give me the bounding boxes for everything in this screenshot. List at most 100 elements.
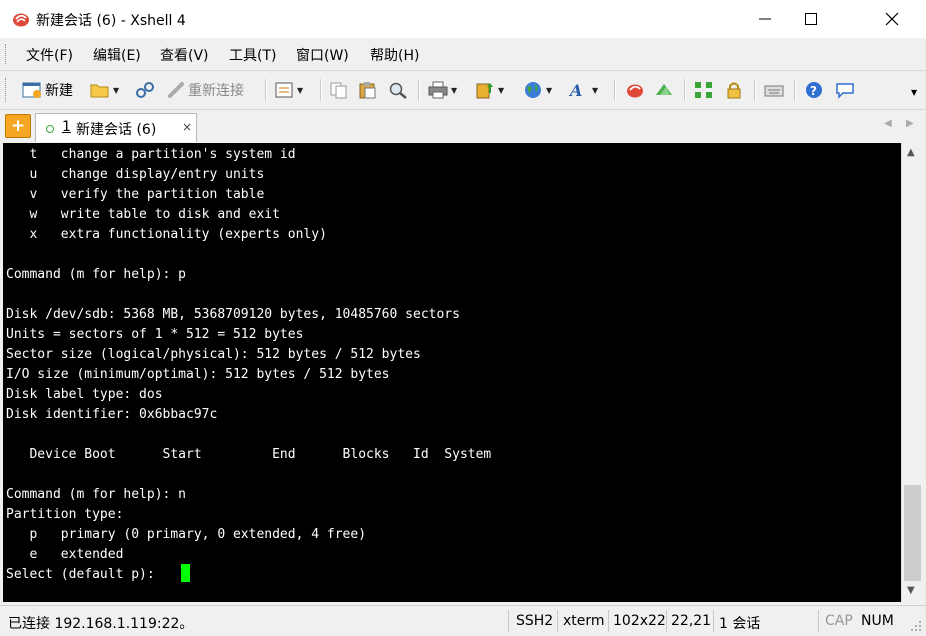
toolbar-separator: [418, 79, 420, 101]
tab-scroll-left-icon[interactable]: ◀: [884, 118, 892, 129]
lock-button[interactable]: [724, 79, 744, 101]
terminal-line: Command (m for help): n: [6, 487, 187, 502]
protocol-status: SSH2: [516, 613, 554, 629]
terminal-type-status: xterm: [563, 613, 605, 629]
find-button[interactable]: [388, 79, 408, 101]
globe-icon: [525, 82, 541, 98]
transfer-button[interactable]: ▼: [475, 79, 504, 101]
xftp-button[interactable]: [654, 79, 674, 101]
close-button[interactable]: [857, 0, 926, 38]
lock-icon: [727, 82, 741, 99]
print-button[interactable]: ▼: [428, 79, 457, 101]
maximize-icon: [805, 13, 817, 25]
tab-number: 1: [62, 119, 71, 135]
font-dropdown-icon: ▼: [592, 85, 599, 95]
copy-icon: [330, 82, 347, 99]
menu-view[interactable]: 查看(V): [160, 45, 209, 65]
terminal-line: x extra functionality (experts only): [6, 227, 327, 242]
transfer-dropdown-icon: ▼: [498, 85, 505, 95]
status-separator: [508, 610, 509, 632]
reconnect-button[interactable]: 重新连接: [167, 79, 244, 101]
minimize-button[interactable]: [742, 0, 788, 38]
terminal-line: v verify the partition table: [6, 187, 265, 202]
tab-scroll-right-icon[interactable]: ▶: [906, 118, 914, 129]
scroll-down-icon[interactable]: ▼: [907, 585, 915, 596]
maximize-button[interactable]: [788, 0, 834, 38]
menu-window[interactable]: 窗口(W): [296, 45, 349, 65]
toolbar-overflow-icon[interactable]: ▼: [911, 88, 917, 97]
terminal-scrollbar[interactable]: ▲ ▼: [901, 143, 924, 602]
minimize-icon: [759, 18, 771, 20]
terminal-line: Units = sectors of 1 * 512 = 512 bytes: [6, 327, 304, 342]
terminal-line: Command (m for help): p: [6, 267, 187, 282]
connection-status: 已连接 192.168.1.119:22。: [8, 616, 194, 632]
terminal-line: u change display/entry units: [6, 167, 265, 182]
properties-button[interactable]: ▼: [274, 79, 303, 101]
toolbar: 新建 ▼ 重新连接 ▼ ▼ ▼ ▼ A ▼ ? ▼: [0, 71, 926, 110]
terminal-line: I/O size (minimum/optimal): 512 bytes / …: [6, 367, 390, 382]
svg-text:?: ?: [810, 84, 817, 98]
terminal-line: Sector size (logical/physical): 512 byte…: [6, 347, 421, 362]
menu-help[interactable]: 帮助(H): [370, 45, 419, 65]
scroll-up-icon[interactable]: ▲: [907, 147, 915, 158]
terminal-size-status: 102x22: [613, 613, 666, 629]
menu-grip: [5, 44, 9, 64]
font-icon: A: [569, 81, 582, 99]
fullscreen-icon: [695, 82, 712, 98]
toolbar-separator: [684, 79, 686, 101]
status-bar: 已连接 192.168.1.119:22。 SSH2 xterm 102x22 …: [0, 605, 926, 636]
title-bar: 新建会话 (6) - Xshell 4: [0, 0, 926, 38]
xftp-icon: [656, 84, 672, 95]
num-lock-indicator: NUM: [861, 613, 894, 629]
add-tab-button[interactable]: +: [5, 114, 31, 138]
keyboard-icon: [764, 85, 784, 97]
terminal-line: Disk /dev/sdb: 5368 MB, 5368709120 bytes…: [6, 307, 460, 322]
terminal[interactable]: t change a partition's system id u chang…: [3, 143, 901, 602]
new-session-button[interactable]: 新建: [22, 79, 73, 101]
menu-edit[interactable]: 编辑(E): [93, 45, 141, 65]
link-icon: [136, 82, 154, 98]
tab-strip: + 1 新建会话 (6) × ◀ ▶: [0, 110, 926, 142]
encoding-dropdown-icon: ▼: [546, 85, 553, 95]
new-session-icon: [22, 82, 41, 98]
plus-icon: +: [10, 116, 26, 136]
caps-lock-indicator: CAP: [825, 613, 853, 629]
paste-button[interactable]: [358, 79, 378, 101]
terminal-line: p primary (0 primary, 0 extended, 4 free…: [6, 527, 367, 542]
chat-button[interactable]: [835, 79, 855, 101]
keyboard-button[interactable]: [764, 79, 784, 101]
session-status-icon: [46, 125, 54, 133]
terminal-line: e extended: [6, 547, 124, 562]
fullscreen-button[interactable]: [694, 79, 714, 101]
help-button[interactable]: ?: [804, 79, 824, 101]
toolbar-separator: [754, 79, 756, 101]
open-button[interactable]: ▼: [90, 79, 119, 101]
tab-session[interactable]: 1 新建会话 (6) ×: [35, 113, 197, 142]
xshell-button[interactable]: [625, 79, 645, 101]
terminal-line: w write table to disk and exit: [6, 207, 280, 222]
printer-icon: [428, 81, 448, 99]
connect-button[interactable]: [135, 79, 155, 101]
toolbar-grip: [5, 78, 9, 102]
xshell-logo-icon: [13, 13, 29, 27]
properties-icon: [275, 82, 293, 98]
copy-button[interactable]: [329, 79, 349, 101]
resize-grip-icon[interactable]: [910, 620, 922, 632]
open-dropdown-icon: ▼: [113, 85, 120, 95]
terminal-prompt-line: Select (default p):: [6, 567, 163, 582]
cursor-position-status: 22,21: [671, 613, 712, 629]
tab-close-icon[interactable]: ×: [182, 120, 192, 134]
toolbar-separator: [614, 79, 616, 101]
font-button[interactable]: A ▼: [569, 79, 598, 101]
svg-text:A: A: [569, 81, 582, 99]
menu-bar: 文件(F) 编辑(E) 查看(V) 工具(T) 窗口(W) 帮助(H): [0, 38, 926, 71]
menu-tools[interactable]: 工具(T): [229, 45, 276, 65]
scroll-thumb[interactable]: [904, 485, 921, 581]
terminal-line: t change a partition's system id: [6, 147, 296, 162]
menu-file[interactable]: 文件(F): [26, 45, 73, 65]
close-icon: [885, 12, 898, 26]
xshell-icon: [627, 84, 643, 98]
status-separator: [713, 610, 714, 632]
encoding-button[interactable]: ▼: [523, 79, 552, 101]
reconnect-icon: [168, 82, 184, 98]
